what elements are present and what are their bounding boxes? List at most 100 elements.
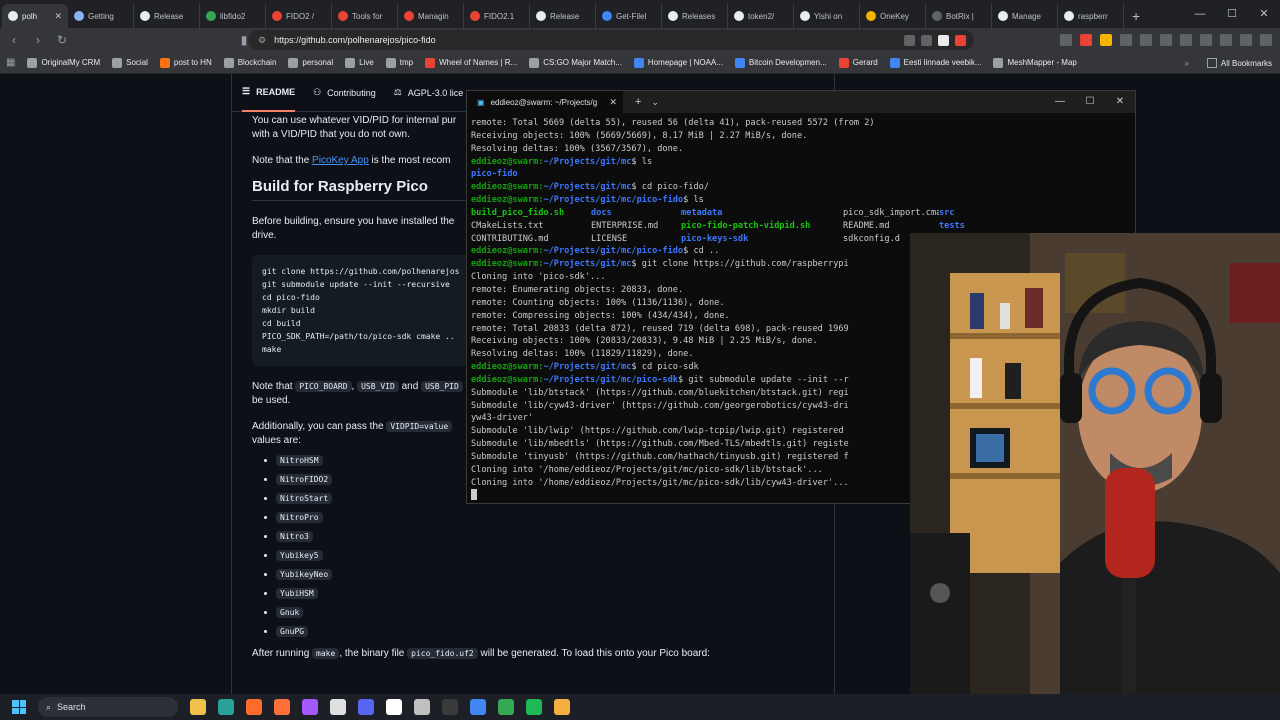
taskbar-app-icon[interactable] bbox=[498, 699, 514, 715]
reader-icon[interactable] bbox=[921, 34, 932, 46]
menu-icon[interactable] bbox=[1260, 34, 1272, 46]
terminal-tab-title[interactable]: eddieoz@swarm: ~/Projects/g bbox=[491, 98, 598, 107]
browser-tab[interactable]: Manage bbox=[992, 4, 1058, 28]
browser-tab[interactable]: Releases bbox=[662, 4, 728, 28]
extension-icon[interactable] bbox=[1140, 34, 1152, 46]
bookmark-label[interactable]: Bitcoin Developmen... bbox=[749, 58, 827, 67]
bookmark-label[interactable]: Live bbox=[359, 58, 374, 67]
close-icon[interactable]: ✕ bbox=[1105, 91, 1135, 113]
bookmark-item[interactable]: Eesti linnade veebik... bbox=[889, 57, 982, 68]
taskbar-app-icon[interactable] bbox=[190, 699, 206, 715]
tab-license[interactable]: ⚖ AGPL-3.0 lice bbox=[394, 74, 464, 112]
chevron-down-icon[interactable]: ⌄ bbox=[651, 97, 659, 108]
browser-tab[interactable]: Tools for bbox=[332, 4, 398, 28]
back-icon[interactable]: ‹ bbox=[4, 33, 24, 47]
maximize-icon[interactable]: ☐ bbox=[1075, 91, 1105, 113]
browser-tab-title[interactable]: Release bbox=[550, 12, 579, 21]
browser-tab[interactable]: OneKey bbox=[860, 4, 926, 28]
bookmark-item[interactable]: Wheel of Names | R... bbox=[425, 57, 517, 68]
brave-shield-icon[interactable] bbox=[938, 34, 949, 46]
bookmark-item[interactable]: Bitcoin Developmen... bbox=[734, 57, 827, 68]
extension-icon[interactable] bbox=[1120, 34, 1132, 46]
taskbar-app-icon[interactable] bbox=[358, 699, 374, 715]
bookmark-label[interactable]: post to HN bbox=[174, 58, 212, 67]
browser-tab-title[interactable]: Get-FileI bbox=[616, 12, 647, 21]
browser-tab[interactable]: BotRix | bbox=[926, 4, 992, 28]
cast-icon[interactable] bbox=[904, 34, 915, 46]
taskbar-app-icon[interactable] bbox=[554, 699, 570, 715]
extension-icon[interactable] bbox=[1080, 34, 1092, 46]
taskbar-search[interactable]: ⌕ Search bbox=[38, 697, 178, 717]
browser-tab-title[interactable]: Release bbox=[154, 12, 183, 21]
forward-icon[interactable]: › bbox=[28, 33, 48, 47]
bookmark-item[interactable]: Homepage | NOAA... bbox=[633, 57, 723, 68]
bookmark-label[interactable]: Blockchain bbox=[238, 58, 277, 67]
sidebar-icon[interactable] bbox=[1200, 34, 1212, 46]
browser-tab-title[interactable]: Tools for bbox=[352, 12, 382, 21]
browser-tab-title[interactable]: Yishi on bbox=[814, 12, 842, 21]
all-bookmarks-label[interactable]: All Bookmarks bbox=[1221, 59, 1272, 68]
download-icon[interactable] bbox=[1160, 34, 1172, 46]
browser-tab[interactable]: Release bbox=[134, 4, 200, 28]
browser-tab-title[interactable]: Releases bbox=[682, 12, 715, 21]
browser-tab-title[interactable]: FIDO2 / bbox=[286, 12, 314, 21]
bookmark-item[interactable]: Social bbox=[112, 57, 148, 68]
taskbar-app-icon[interactable] bbox=[218, 699, 234, 715]
browser-tab-title[interactable]: BotRix | bbox=[946, 12, 974, 21]
all-bookmarks[interactable]: » All Bookmarks bbox=[1184, 52, 1272, 74]
extension-icon[interactable] bbox=[1180, 34, 1192, 46]
taskbar-app-icon[interactable] bbox=[526, 699, 542, 715]
apps-grid-icon[interactable]: ▦ bbox=[6, 57, 15, 68]
bookmark-label[interactable]: tmp bbox=[400, 58, 413, 67]
bookmark-item[interactable]: post to HN bbox=[159, 57, 212, 68]
profile-icon[interactable] bbox=[1220, 34, 1232, 46]
bookmark-label[interactable]: Gerard bbox=[853, 58, 878, 67]
bookmark-label[interactable]: Wheel of Names | R... bbox=[439, 58, 517, 67]
tab-license-label[interactable]: AGPL-3.0 lice bbox=[408, 88, 464, 98]
taskbar-app-icon[interactable] bbox=[442, 699, 458, 715]
browser-tab[interactable]: FIDO2.1 bbox=[464, 4, 530, 28]
bookmark-item[interactable]: tmp bbox=[385, 57, 413, 68]
bookmark-item[interactable]: MeshMapper - Map bbox=[993, 57, 1077, 68]
browser-tab-title[interactable]: raspberr bbox=[1078, 12, 1108, 21]
bookmark-item[interactable]: Blockchain bbox=[223, 57, 277, 68]
bookmark-label[interactable]: MeshMapper - Map bbox=[1007, 58, 1076, 67]
browser-tab-title[interactable]: libfido2 bbox=[220, 12, 245, 21]
terminal-tab[interactable]: ▣ eddieoz@swarm: ~/Projects/g ✕ bbox=[467, 91, 623, 113]
close-icon[interactable]: ✕ bbox=[1248, 0, 1280, 28]
bookmark-label[interactable]: personal bbox=[302, 58, 333, 67]
new-tab-icon[interactable]: + bbox=[635, 96, 641, 108]
taskbar-search-label[interactable]: Search bbox=[57, 702, 86, 712]
chevron-right-icon[interactable]: » bbox=[1184, 59, 1188, 68]
bookmark-item[interactable]: Gerard bbox=[838, 57, 878, 68]
tab-readme-label[interactable]: README bbox=[256, 87, 295, 97]
minimize-icon[interactable]: — bbox=[1045, 91, 1075, 113]
site-info-icon[interactable]: ⚙ bbox=[258, 35, 266, 46]
browser-tab-title[interactable]: Manage bbox=[1012, 12, 1041, 21]
close-tab-icon[interactable]: ✕ bbox=[609, 97, 617, 108]
rewards-icon[interactable] bbox=[955, 34, 966, 46]
bookmark-label[interactable]: Homepage | NOAA... bbox=[648, 58, 723, 67]
taskbar-app-icon[interactable] bbox=[330, 699, 346, 715]
extension-icon[interactable] bbox=[1240, 34, 1252, 46]
close-tab-icon[interactable]: ✕ bbox=[54, 11, 62, 22]
bookmark-label[interactable]: Eesti linnade veebik... bbox=[904, 58, 982, 67]
browser-tab-title[interactable]: token2/ bbox=[748, 12, 774, 21]
bookmark-item[interactable]: CS:GO Major Match... bbox=[529, 57, 622, 68]
browser-tab-title[interactable]: polh bbox=[22, 12, 37, 21]
taskbar-app-icon[interactable] bbox=[302, 699, 318, 715]
browser-tab-title[interactable]: FIDO2.1 bbox=[484, 12, 514, 21]
bookmark-item[interactable]: OriginalMy CRM bbox=[27, 57, 100, 68]
taskbar-app-icon[interactable] bbox=[470, 699, 486, 715]
tab-contributing[interactable]: ⚇ Contributing bbox=[313, 74, 376, 112]
browser-tab[interactable]: Get-FileI bbox=[596, 4, 662, 28]
reload-icon[interactable]: ↻ bbox=[52, 33, 72, 47]
new-tab-icon[interactable]: + bbox=[1124, 4, 1148, 28]
browser-tab[interactable]: Yishi on bbox=[794, 4, 860, 28]
address-bar[interactable]: ⚙ https://github.com/polhenarejos/pico-f… bbox=[248, 30, 974, 50]
minimize-icon[interactable]: — bbox=[1184, 0, 1216, 28]
tab-readme[interactable]: ☰ README bbox=[242, 74, 296, 112]
browser-tab-title[interactable]: Managin bbox=[418, 12, 449, 21]
bookmark-label[interactable]: Social bbox=[126, 58, 148, 67]
picokey-app-link[interactable]: PicoKey App bbox=[312, 155, 369, 166]
